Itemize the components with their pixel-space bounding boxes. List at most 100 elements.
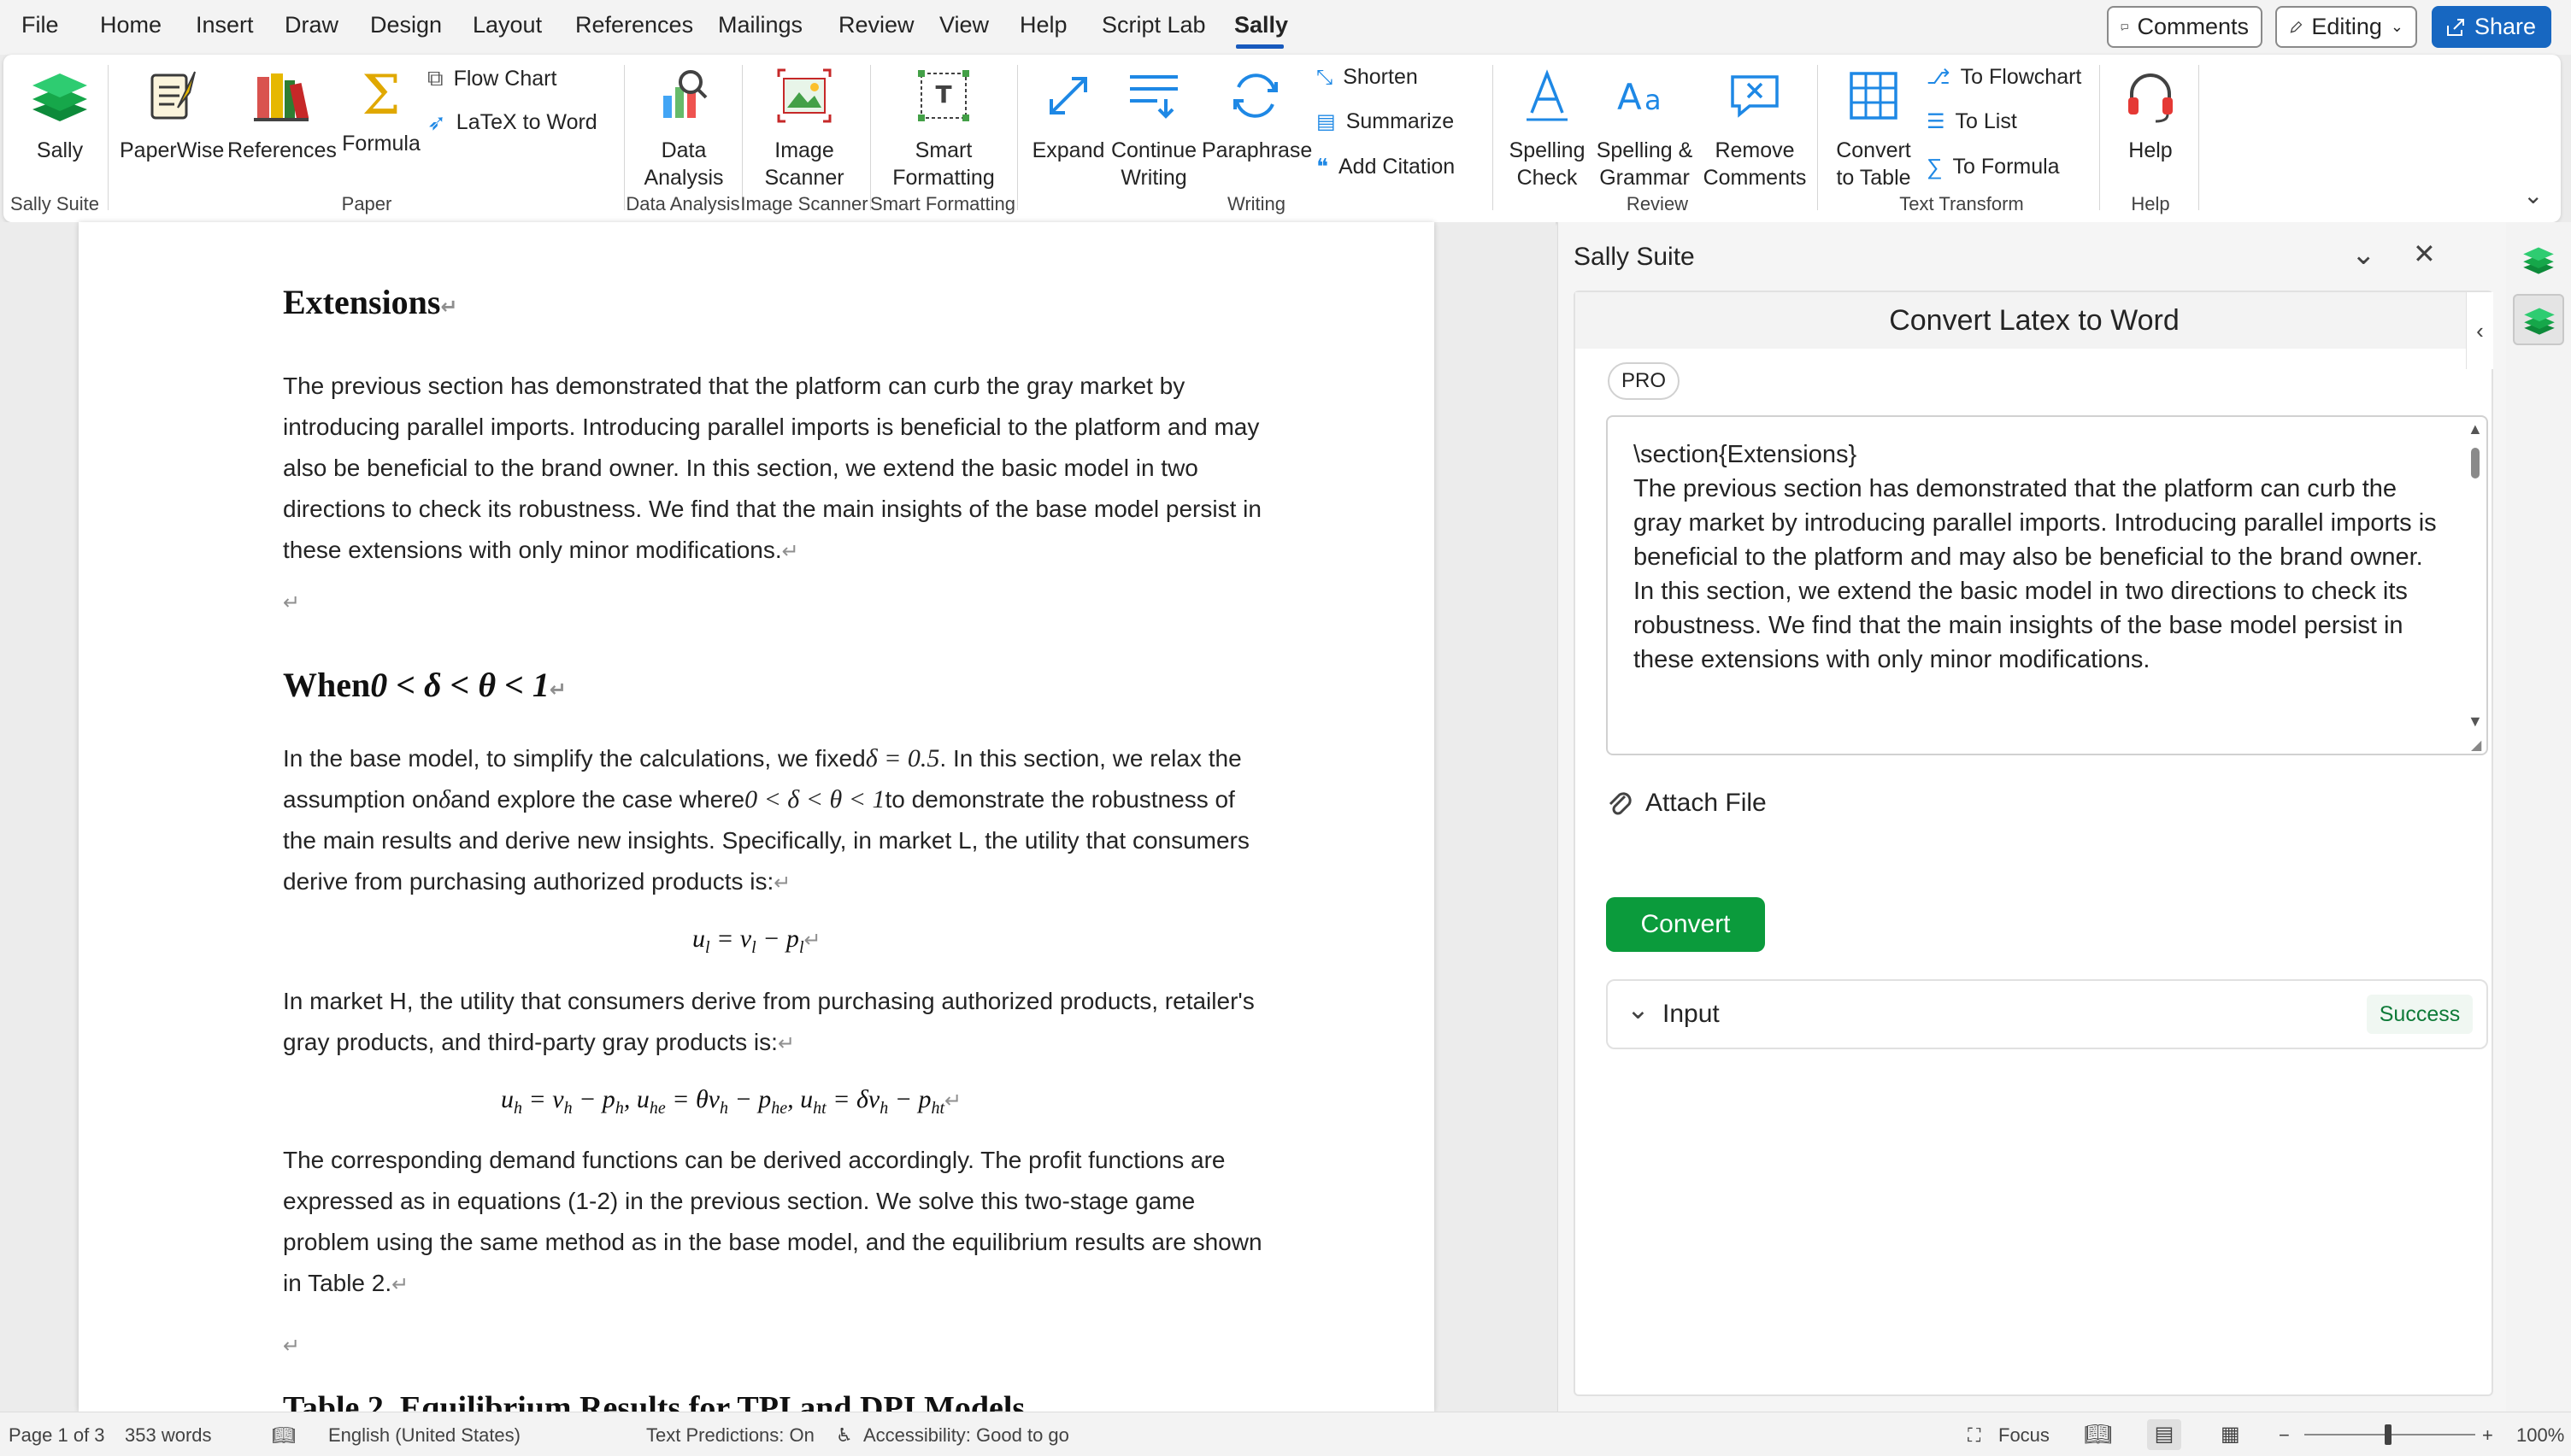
convert-to-table-button[interactable]: Convert to Table <box>1829 65 1918 191</box>
headset-icon <box>2128 73 2173 123</box>
reading-view-icon[interactable]: 📖︎ <box>2084 1421 2112 1447</box>
tab-home[interactable]: Home <box>100 12 162 38</box>
tab-design[interactable]: Design <box>370 12 442 38</box>
paraphrase-button[interactable]: Paraphrase <box>1202 65 1312 164</box>
focus-button[interactable]: Focus <box>1998 1424 2050 1447</box>
collapse-arrow-icon[interactable]: ‹ <box>2466 292 2493 369</box>
latex-to-word-button[interactable]: ➶ LaTeX to Word <box>427 109 597 136</box>
equation-2: uh = vh − ph, uhe = θvh − phe, uht = δvh… <box>501 1085 962 1118</box>
add-citation-button[interactable]: ❝ Add Citation <box>1316 154 1455 180</box>
zoom-level[interactable]: 100% <box>2516 1424 2564 1447</box>
image-scanner-button[interactable]: Image Scanner <box>749 65 860 191</box>
input-accordion[interactable]: ⌄ Input Success <box>1606 979 2488 1049</box>
tab-sally[interactable]: Sally <box>1234 12 1288 38</box>
scroll-up-icon[interactable]: ▲ <box>2468 420 2483 438</box>
refresh-icon <box>1233 73 1278 118</box>
pilcrow-icon: ↵ <box>391 1272 409 1296</box>
pilcrow-icon: ↵ <box>283 1334 301 1358</box>
svg-text:A: A <box>1617 76 1642 118</box>
to-formula-button[interactable]: ∑ To Formula <box>1927 154 2060 180</box>
expand-button[interactable]: Expand <box>1026 65 1111 164</box>
paperclip-icon <box>1609 792 1632 815</box>
document-page[interactable]: Extensions↵ The previous section has dem… <box>79 222 1434 1412</box>
latex-input-text: \section{Extensions} The previous sectio… <box>1633 441 2437 673</box>
zoom-slider-thumb[interactable] <box>2385 1424 2392 1445</box>
group-separator <box>2198 65 2199 210</box>
accessibility-status[interactable]: Accessibility: Good to go <box>863 1424 1069 1447</box>
tab-references[interactable]: References <box>575 12 693 38</box>
comments-button[interactable]: Comments <box>2107 6 2262 48</box>
tab-layout[interactable]: Layout <box>473 12 542 38</box>
page-count[interactable]: Page 1 of 3 <box>9 1424 105 1447</box>
pilcrow-icon: ↵ <box>283 590 301 614</box>
print-layout-icon[interactable]: ▤ <box>2147 1419 2181 1450</box>
tab-mailings[interactable]: Mailings <box>718 12 803 38</box>
remove-comments-button[interactable]: Remove Comments <box>1699 65 1810 191</box>
continue-writing-label-2: Writing <box>1121 166 1187 190</box>
tab-insert[interactable]: Insert <box>196 12 254 38</box>
paperwise-button[interactable]: PaperWise <box>120 65 224 164</box>
group-separator <box>1817 65 1818 210</box>
shrink-icon: ⤡ <box>1316 65 1333 89</box>
zoom-slider[interactable] <box>2304 1424 2475 1445</box>
add-citation-label: Add Citation <box>1338 155 1456 179</box>
continue-writing-button[interactable]: Continue Writing <box>1106 65 1202 191</box>
to-list-label: To List <box>1955 109 2017 133</box>
status-bar: Page 1 of 3 353 words 📖︎ English (United… <box>0 1412 2571 1456</box>
spelling-grammar-button[interactable]: A a Spelling & Grammar <box>1593 65 1696 191</box>
convert-button[interactable]: Convert <box>1606 897 1765 952</box>
smart-formatting-button[interactable]: T Smart Formatting <box>882 65 1005 191</box>
empty-paragraph: ↵ <box>283 1324 1274 1366</box>
tab-script-lab[interactable]: Script Lab <box>1102 12 1206 38</box>
pilcrow-icon: ↵ <box>803 928 821 952</box>
active-tab-indicator <box>1236 44 1284 49</box>
text-predictions[interactable]: Text Predictions: On <box>646 1424 815 1447</box>
sally-button[interactable]: Sally <box>21 65 99 164</box>
attach-file-button[interactable]: Attach File <box>1606 788 1767 819</box>
zoom-in-icon[interactable]: + <box>2482 1424 2493 1447</box>
textarea-scrollbar[interactable]: ▲ ▼ <box>2462 417 2486 754</box>
web-layout-icon[interactable]: ▦ <box>2221 1422 2240 1447</box>
ribbon-collapse-chevron-icon[interactable]: ⌄ <box>2523 181 2543 209</box>
to-list-button[interactable]: ☰ To List <box>1927 109 2017 134</box>
zoom-out-icon[interactable]: − <box>2279 1424 2290 1447</box>
tab-view[interactable]: View <box>939 12 989 38</box>
pilcrow-icon: ↵ <box>440 295 458 319</box>
editing-mode-button[interactable]: Editing ⌄ <box>2275 6 2417 48</box>
sally-addin-active-icon[interactable] <box>2513 294 2564 345</box>
panel-collapse-chevron-icon[interactable]: ⌄ <box>2351 238 2376 272</box>
help-label: Help <box>2128 138 2173 162</box>
share-button[interactable]: Share <box>2432 6 2551 48</box>
success-badge: Success <box>2367 995 2473 1034</box>
scroll-down-icon[interactable]: ▼ <box>2468 713 2483 731</box>
flow-chart-button[interactable]: ⧉ Flow Chart <box>427 65 556 92</box>
shorten-button[interactable]: ⤡ Shorten <box>1316 65 1418 90</box>
sigma-icon: Σ <box>362 64 401 127</box>
group-label-sally-suite: Sally Suite <box>10 193 99 214</box>
tab-help[interactable]: Help <box>1020 12 1068 38</box>
spelling-check-button[interactable]: Spelling Check <box>1504 65 1590 191</box>
quote-icon: ❝ <box>1316 154 1328 179</box>
word-count[interactable]: 353 words <box>125 1424 212 1447</box>
language[interactable]: English (United States) <box>328 1424 521 1447</box>
proofing-book-icon[interactable]: 📖︎ <box>272 1424 296 1447</box>
tab-draw[interactable]: Draw <box>285 12 338 38</box>
group-label-smart-formatting: Smart Formatting <box>870 193 1015 214</box>
help-button[interactable]: Help <box>2111 65 2190 164</box>
formula-label: Formula <box>342 132 421 156</box>
scrollbar-thumb[interactable] <box>2471 448 2480 478</box>
tab-file[interactable]: File <box>21 12 59 38</box>
summary-doc-icon: ▤ <box>1316 110 1336 133</box>
to-flowchart-button[interactable]: ⎇ To Flowchart <box>1927 65 2081 90</box>
resize-grip-icon[interactable]: ◢ <box>2471 737 2481 754</box>
references-button[interactable]: References <box>227 65 337 164</box>
formula-button[interactable]: Σ Formula <box>337 65 426 157</box>
convert-to-table-label-2: to Table <box>1836 166 1911 190</box>
sally-addin-icon[interactable] <box>2521 243 2556 281</box>
panel-close-icon[interactable]: ✕ <box>2413 238 2436 270</box>
group-separator <box>108 65 109 210</box>
latex-input-textarea[interactable]: \section{Extensions} The previous sectio… <box>1606 415 2488 755</box>
summarize-button[interactable]: ▤ Summarize <box>1316 109 1454 134</box>
tab-review[interactable]: Review <box>838 12 915 38</box>
data-analysis-button[interactable]: Data Analysis <box>631 65 737 191</box>
